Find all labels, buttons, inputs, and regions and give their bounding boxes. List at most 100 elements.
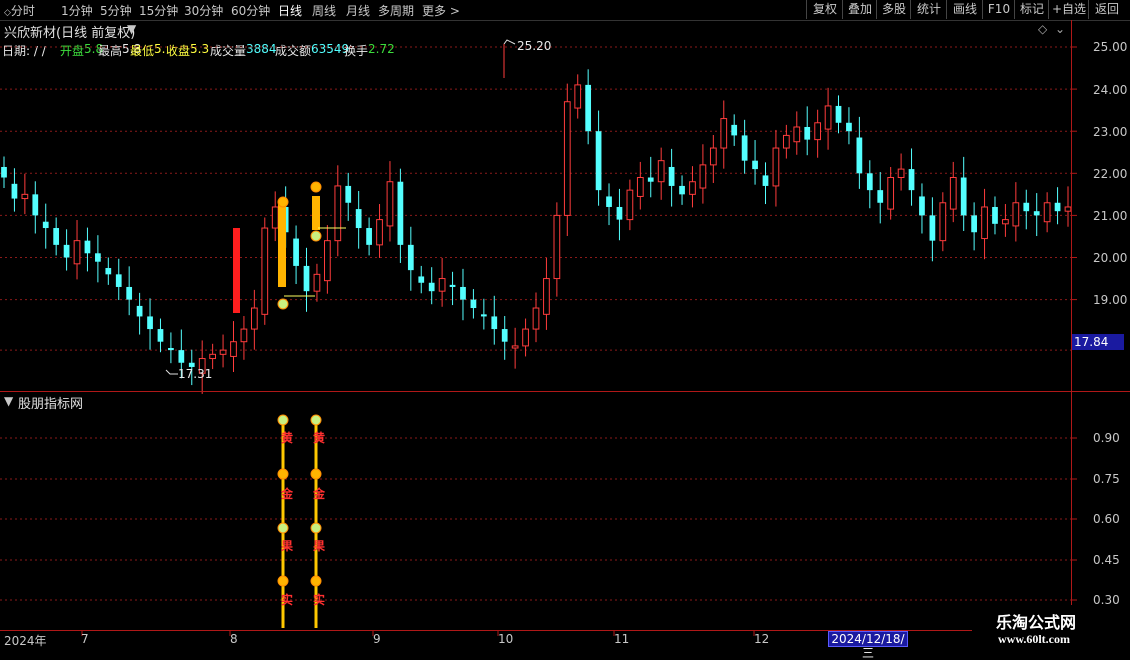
candle-body xyxy=(553,214,561,280)
candle-body xyxy=(261,227,269,315)
candle-body xyxy=(491,316,498,330)
fruit-icon xyxy=(277,196,289,208)
candle-body xyxy=(856,137,863,174)
fruit-icon xyxy=(310,181,322,193)
y-tick: 21.00 xyxy=(1093,209,1128,223)
fruit-icon xyxy=(310,230,322,242)
indicator-char: 果 xyxy=(313,539,326,553)
candle-body xyxy=(919,196,925,216)
fruit-icon xyxy=(277,522,289,534)
candle-body xyxy=(532,307,540,330)
candle-body xyxy=(574,84,582,109)
candle-body xyxy=(657,160,665,183)
indicator-dropdown-icon[interactable]: ▼ xyxy=(4,394,13,408)
candle-body xyxy=(428,282,435,292)
candle-body xyxy=(355,209,362,229)
indicator-char: 金 xyxy=(313,487,326,501)
candle-body xyxy=(563,101,571,216)
candle-body xyxy=(814,122,822,141)
candle-body xyxy=(939,202,947,242)
candle-body xyxy=(699,164,707,189)
candle-body xyxy=(418,276,425,283)
candle-body xyxy=(115,274,122,287)
y-tick: 19.00 xyxy=(1093,293,1128,307)
candle-body xyxy=(866,173,873,191)
current-price-tag: 17.84 xyxy=(1072,334,1124,350)
price-chart[interactable] xyxy=(0,0,1130,650)
candle-body xyxy=(595,131,602,191)
candle-body xyxy=(438,278,446,292)
indicator-y-tick: 0.90 xyxy=(1093,431,1120,445)
candle-body xyxy=(709,147,717,166)
indicator-char: 实 xyxy=(281,593,294,607)
fruit-icon xyxy=(277,575,289,587)
candle-body xyxy=(293,238,299,266)
candle-body xyxy=(887,177,895,210)
candle-body xyxy=(1023,202,1030,212)
candle-body xyxy=(178,350,185,363)
candle-body xyxy=(449,284,456,287)
indicator-y-tick: 0.75 xyxy=(1093,472,1120,486)
candle-body xyxy=(543,278,550,315)
candle-body xyxy=(668,166,675,186)
candle-body xyxy=(168,348,174,351)
candle-body xyxy=(689,181,696,195)
indicator-y-tick: 0.45 xyxy=(1093,553,1120,567)
candle-body xyxy=(42,221,49,229)
candle-body xyxy=(11,183,18,199)
candle-body xyxy=(949,177,957,210)
y-tick: 22.00 xyxy=(1093,167,1128,181)
watermark-title: 乐淘公式网 xyxy=(996,613,1077,632)
x-axis-label: 10 xyxy=(498,632,514,646)
candle-body xyxy=(679,185,685,195)
candle-body xyxy=(762,175,769,186)
pane-separator[interactable] xyxy=(0,391,1130,392)
indicator-char: 金 xyxy=(281,487,294,501)
y-tick: 24.00 xyxy=(1093,83,1128,97)
candle-body xyxy=(585,84,592,132)
candle-body xyxy=(1033,211,1040,216)
fruit-icon xyxy=(277,298,289,310)
candle-body xyxy=(240,328,248,343)
indicator-title: 股朋指标网 xyxy=(18,397,84,412)
candle-body xyxy=(209,353,216,360)
candle-body xyxy=(846,122,852,132)
candle-body xyxy=(480,314,487,317)
candle-body xyxy=(731,124,738,136)
high-price-label: 25.20 xyxy=(517,39,552,53)
candle-body xyxy=(606,196,612,207)
candle-body xyxy=(897,168,905,179)
candle-body xyxy=(147,316,153,330)
x-axis-label: 11 xyxy=(614,632,630,646)
candle-body xyxy=(345,185,352,203)
cursor-date-tag: 2024/12/18/三 xyxy=(828,631,908,660)
candle-body xyxy=(971,215,977,233)
candle-body xyxy=(219,349,227,355)
candle-body xyxy=(366,228,372,245)
candle-body xyxy=(720,118,728,149)
x-axis-label: 2024年 xyxy=(4,634,47,648)
signal-candle xyxy=(233,228,240,313)
candle-body xyxy=(647,177,654,182)
candle-body xyxy=(741,135,748,161)
low-pointer xyxy=(165,369,178,375)
candle-body xyxy=(95,253,101,262)
watermark-url: www.60lt.com xyxy=(998,632,1070,646)
candle-body xyxy=(126,286,133,300)
candle-body xyxy=(303,265,310,292)
candle-body xyxy=(250,307,258,330)
candle-body xyxy=(136,305,143,317)
candle-body xyxy=(386,181,394,227)
candle-body xyxy=(1043,202,1051,223)
candle-body xyxy=(981,206,988,240)
fruit-icon xyxy=(310,468,322,480)
candle-body xyxy=(636,177,644,197)
candle-body xyxy=(1012,202,1020,227)
candle-body xyxy=(376,219,383,246)
candle-body xyxy=(1,166,7,178)
candle-body xyxy=(908,169,915,191)
x-axis-label: 7 xyxy=(81,632,89,646)
candle-body xyxy=(63,244,70,258)
candle-body xyxy=(782,134,790,149)
candle-body xyxy=(407,244,414,271)
